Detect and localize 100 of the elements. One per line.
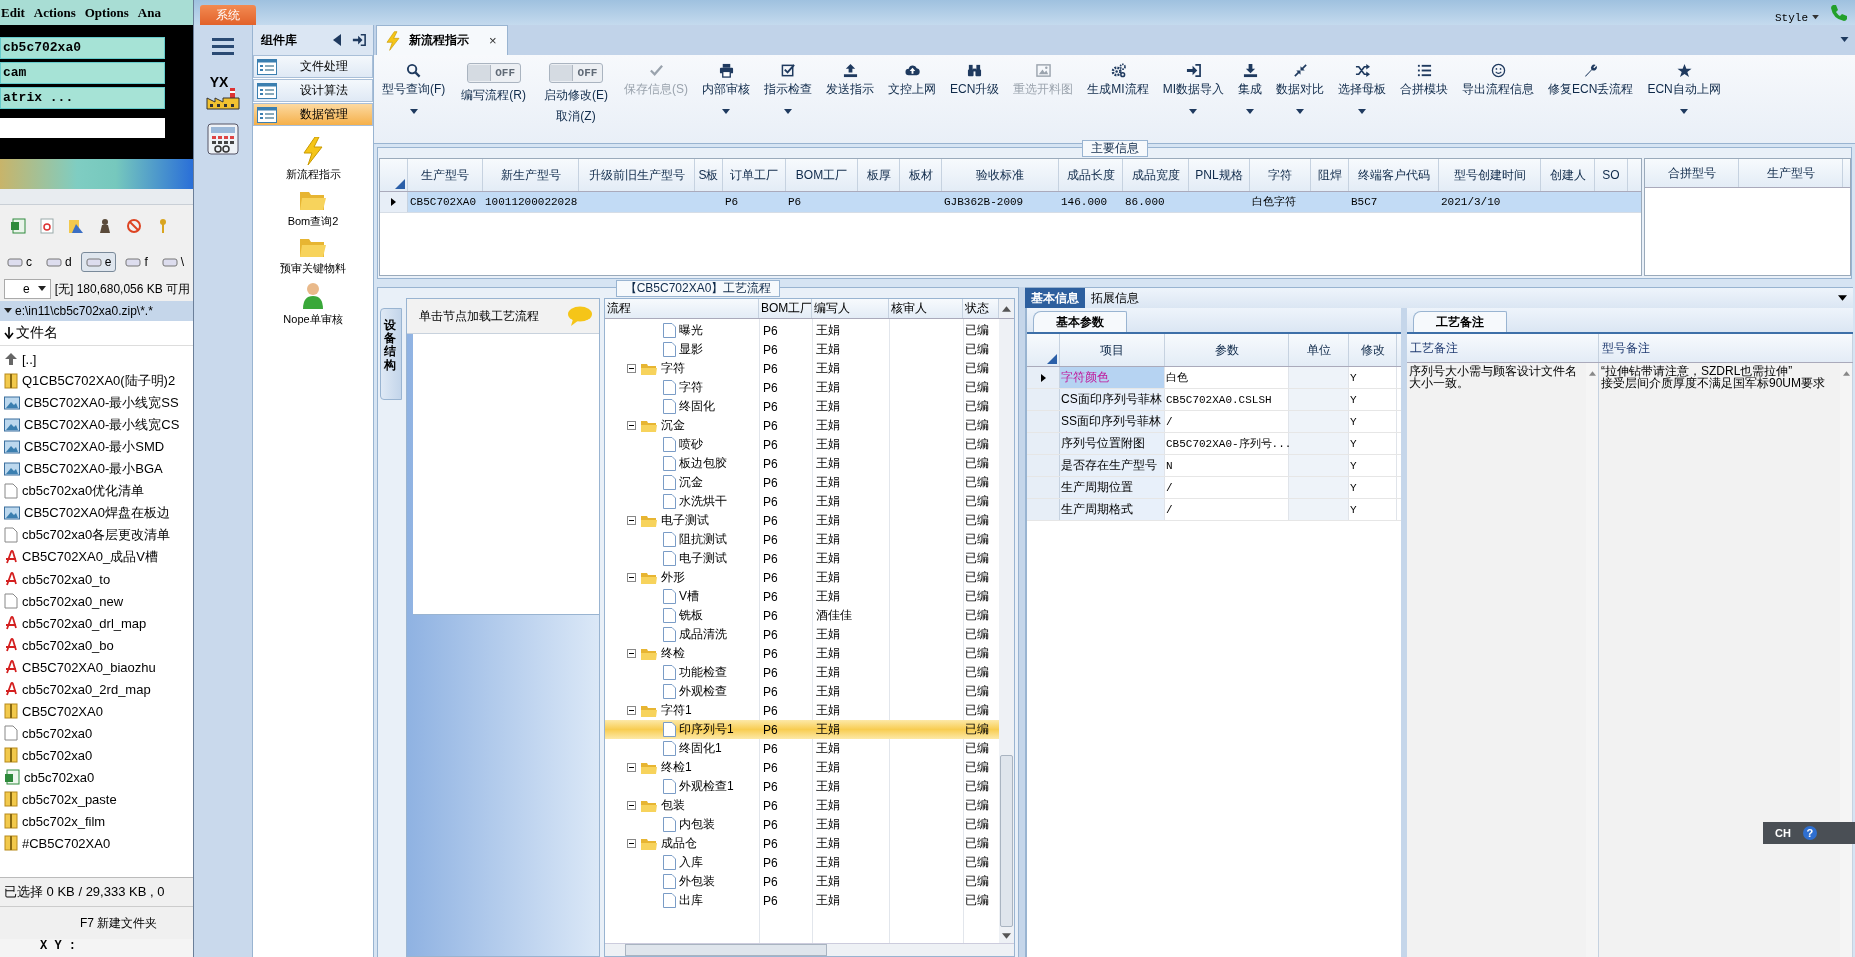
tree-row[interactable]: 水洗烘干 P6 王娟 已编	[605, 492, 999, 511]
file-item[interactable]: cb5c702xa0_bo	[0, 634, 193, 656]
menu-item[interactable]: Edit	[1, 4, 25, 21]
tab[interactable]: 基本信息	[1025, 288, 1085, 308]
drive-select[interactable]: e	[4, 279, 51, 299]
toolbar-button[interactable]: 指示检查	[760, 63, 816, 127]
name-field[interactable]: atrix ...	[0, 87, 165, 109]
file-item[interactable]: CB5C702XA0焊盘在板边	[0, 502, 193, 524]
tree-row[interactable]: 出库 P6 王娟 已编	[605, 891, 999, 910]
scroll-down-icon[interactable]	[1002, 933, 1011, 939]
language-label[interactable]: CH	[1775, 827, 1791, 839]
file-item[interactable]: cb5c702xa0	[0, 744, 193, 766]
toolbar-button[interactable]: ECN升级	[946, 63, 1004, 127]
panel-tab[interactable]: 基本参数	[1033, 311, 1127, 332]
table-row[interactable]: 序列号位置附图 CB5C702XA0-序列号... Y	[1027, 433, 1401, 455]
category-item[interactable]: 设计算法	[253, 79, 373, 102]
column-header[interactable]: 生产型号	[408, 159, 483, 191]
file-item[interactable]: cb5c702xa0_2rd_map	[0, 678, 193, 700]
note-text[interactable]: “拉伸钻带请注意，SZDRL也需拉伸” 接受层间介质厚度不满足国军标90UM要求	[1599, 363, 1840, 391]
tree-row[interactable]: 外包装 P6 王娟 已编	[605, 872, 999, 891]
drive-button[interactable]: d	[41, 252, 77, 272]
toolbar-button[interactable]: 选择母板	[1334, 63, 1391, 127]
tree-row[interactable]: 入库 P6 王娟 已编	[605, 853, 999, 872]
tree-row[interactable]: 功能检查 P6 王娟 已编	[605, 663, 999, 682]
file-item[interactable]: cb5c702xa0优化清单	[0, 480, 193, 502]
table-row[interactable]: 生产周期位置 / Y	[1027, 477, 1401, 499]
file-item[interactable]: cb5c702x_film	[0, 810, 193, 832]
file-item[interactable]: cb5c702x_paste	[0, 788, 193, 810]
column-header[interactable]: 验收标准	[942, 159, 1059, 191]
collapse-arrow-icon[interactable]	[333, 34, 341, 46]
tree-row[interactable]: 终检1 P6 王娟 已编	[605, 758, 999, 777]
menu-item[interactable]: Ana	[137, 4, 161, 21]
column-header[interactable]: 新生产型号	[483, 159, 579, 191]
toolbar-button[interactable]: 导出流程信息	[1458, 63, 1539, 127]
column-header[interactable]: 流程	[605, 299, 759, 318]
expander-icon[interactable]	[627, 839, 636, 848]
column-header[interactable]: 创建人	[1541, 159, 1595, 191]
expander-icon[interactable]	[627, 801, 636, 810]
column-header[interactable]: 阻焊	[1311, 159, 1349, 191]
column-header[interactable]: 编写人	[812, 299, 889, 318]
column-header[interactable]: 生产型号	[1739, 159, 1843, 187]
menu-item[interactable]: Options	[84, 4, 129, 21]
table-row[interactable]: CS面印序列号菲林 CB5C702XA0.CSLSH Y	[1027, 389, 1401, 411]
file-item[interactable]: cb5c702xa0_drl_map	[0, 612, 193, 634]
file-item[interactable]: cb5c702xa0各层更改清单	[0, 524, 193, 546]
column-header[interactable]: PNL规格	[1189, 159, 1250, 191]
expander-icon[interactable]	[627, 649, 636, 658]
expander-icon[interactable]	[627, 763, 636, 772]
vertical-tab[interactable]: 设备结构	[380, 308, 402, 400]
table-row[interactable]: SS面印序列号菲林 / Y	[1027, 411, 1401, 433]
expander-icon[interactable]	[627, 364, 636, 373]
drive-button[interactable]: c	[2, 252, 37, 272]
factory-icon[interactable]	[206, 88, 240, 110]
scrollbar-thumb[interactable]	[1000, 755, 1013, 927]
tree-row[interactable]: 字符1 P6 王娟 已编	[605, 701, 999, 720]
tree-row[interactable]: 成品仓 P6 王娟 已编	[605, 834, 999, 853]
column-header[interactable]: BOM工厂	[786, 159, 858, 191]
expander-icon[interactable]	[627, 516, 636, 525]
category-item[interactable]: 数据管理	[253, 103, 373, 126]
name-field[interactable]: cam	[0, 62, 165, 84]
column-header[interactable]: 终端客户代码	[1349, 159, 1439, 191]
file-item[interactable]: CB5C702XA0-最小SMD	[0, 436, 193, 458]
expander-icon[interactable]	[627, 706, 636, 715]
scroll-up-icon[interactable]	[1002, 305, 1011, 312]
expander-icon[interactable]	[627, 421, 636, 430]
toolbar-button[interactable]: 生成MI流程	[1083, 63, 1153, 127]
spreadsheet-icon[interactable]	[10, 218, 26, 234]
category-item[interactable]: 文件处理	[253, 55, 373, 78]
drive-button[interactable]: \	[156, 252, 190, 272]
tree-row[interactable]: 印序列号1 P6 王娟 已编	[605, 720, 999, 739]
tree-row[interactable]: 电子测试 P6 王娟 已编	[605, 511, 999, 530]
toggle-switch[interactable]: OFF	[466, 63, 521, 83]
toolbar-button[interactable]: 型号查询(F)	[378, 63, 450, 127]
column-header[interactable]: 型号创建时间	[1439, 159, 1541, 191]
chess-piece-icon[interactable]	[97, 218, 113, 234]
column-header[interactable]: 板材	[900, 159, 942, 191]
column-header[interactable]: BOM工厂	[759, 299, 812, 318]
tree-row[interactable]: 外观检查 P6 王娟 已编	[605, 682, 999, 701]
style-menu[interactable]: Style	[1775, 11, 1819, 24]
drive-button[interactable]: f	[120, 252, 153, 272]
file-item[interactable]: cb5c702xa0	[0, 722, 193, 744]
tree-row[interactable]: 曝光 P6 王娟 已编	[605, 321, 999, 340]
module-item[interactable]: 新流程指示	[285, 137, 341, 182]
file-item[interactable]: CB5C702XA0_成品V槽	[0, 546, 193, 568]
column-header[interactable]: 成品宽度	[1123, 159, 1189, 191]
column-header[interactable]: 修改	[1349, 334, 1397, 366]
column-header[interactable]: 参数	[1165, 334, 1289, 366]
tree-row[interactable]: 成品清洗 P6 王娟 已编	[605, 625, 999, 644]
toolbar-button[interactable]: MI数据导入	[1158, 63, 1229, 127]
table-row[interactable]: 生产周期格式 / Y	[1027, 499, 1401, 521]
column-header[interactable]: SO	[1595, 159, 1628, 191]
expander-icon[interactable]	[627, 573, 636, 582]
tree-row[interactable]: 字符 P6 王娟 已编	[605, 359, 999, 378]
column-header[interactable]: 成品长度	[1059, 159, 1123, 191]
tree-row[interactable]: 字符 P6 王娟 已编	[605, 378, 999, 397]
panel-tab[interactable]: 工艺备注	[1413, 311, 1507, 332]
tree-row[interactable]: 终固化1 P6 王娟 已编	[605, 739, 999, 758]
table-row[interactable]: CB5C702XA0 10011200022028 P6 P6 GJB362B-2009 146.000 86.000 白色字符 B5C7 2021/3/10	[380, 192, 1641, 213]
file-item[interactable]: cb5c702xa0_to	[0, 568, 193, 590]
close-button[interactable]: ×	[489, 33, 497, 48]
